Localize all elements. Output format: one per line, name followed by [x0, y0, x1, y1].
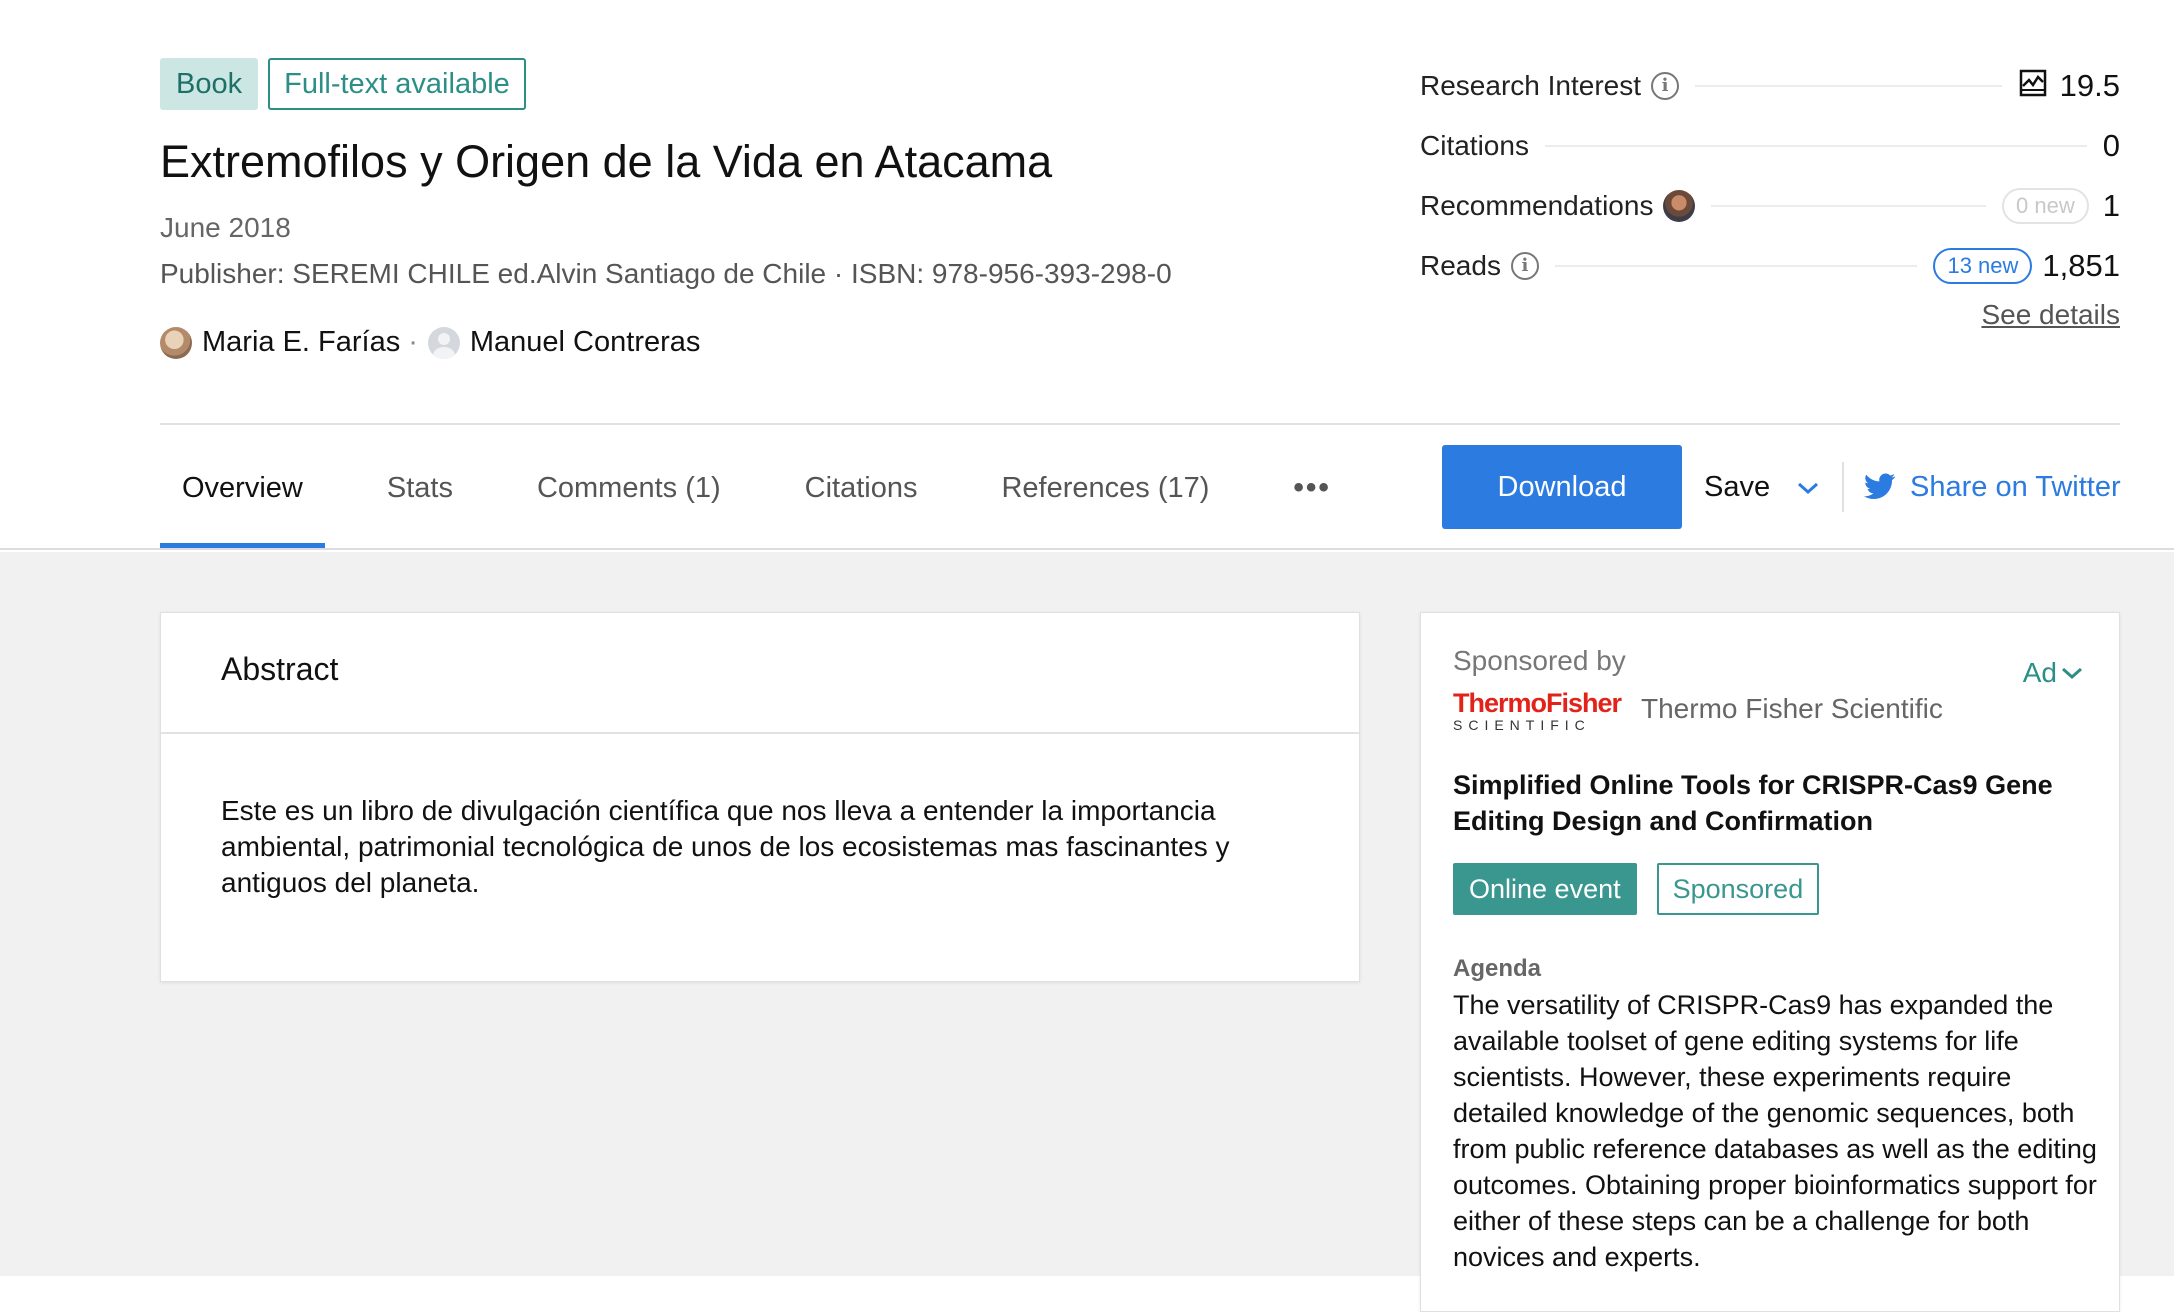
abstract-text: Este es un libro de divulgación científi… [221, 795, 1230, 898]
author-link[interactable]: Maria E. Farías [202, 326, 400, 359]
stat-label: Citations [1420, 130, 1529, 161]
agenda-label: Agenda [1453, 955, 1542, 982]
ad-menu-toggle[interactable]: Ad [2023, 657, 2083, 689]
author-list: Maria E. Farías · Manuel Contreras [160, 326, 700, 359]
badges: Book Full-text available [160, 58, 526, 110]
tab-citations[interactable]: Citations [783, 440, 940, 548]
tab-references[interactable]: References (17) [979, 440, 1231, 548]
see-details-link[interactable]: See details [1981, 299, 2120, 331]
sponsored-by-label: Sponsored by [1453, 645, 1626, 676]
publisher-info: Publisher: SEREMI CHILE ed.Alvin Santiag… [160, 258, 1172, 289]
chevron-down-icon [2062, 667, 2082, 680]
stat-value: 1,851 [2042, 248, 2120, 283]
tab-bar: Overview Stats Comments (1) Citations Re… [160, 440, 1393, 550]
author-avatar[interactable] [427, 326, 460, 359]
publication-header: Book Full-text available Extremofilos y … [0, 0, 2174, 550]
stat-recommendations: Recommendations 0 new 1 [1420, 176, 2120, 236]
stat-leader-line [1711, 205, 1987, 207]
thermo-fisher-logo[interactable]: ThermoFisher SCIENTIFIC [1453, 689, 1633, 733]
stat-citations: Citations 0 [1420, 116, 2120, 176]
share-twitter-label: Share on Twitter [1910, 470, 2121, 503]
recommender-avatar[interactable] [1663, 190, 1696, 222]
divider [1842, 462, 1844, 512]
stat-value: 1 [2102, 188, 2120, 223]
stat-reads: Reads i 13 new 1,851 [1420, 236, 2120, 296]
save-button[interactable]: Save [1704, 445, 1820, 529]
ad-tags: Online event Sponsored [1453, 863, 1820, 915]
share-twitter-button[interactable]: Share on Twitter [1864, 445, 2121, 529]
ad-title[interactable]: Simplified Online Tools for CRISPR-Cas9 … [1453, 767, 2093, 839]
stat-label: Reads [1420, 250, 1501, 281]
sponsor-name[interactable]: Thermo Fisher Scientific [1641, 693, 1943, 725]
tab-comments[interactable]: Comments (1) [515, 440, 743, 548]
divider [161, 732, 1359, 734]
publication-date: June 2018 [160, 212, 291, 243]
ad-label: Ad [2022, 657, 2057, 688]
tab-stats[interactable]: Stats [365, 440, 475, 548]
fulltext-badge: Full-text available [268, 58, 526, 110]
save-label: Save [1704, 470, 1771, 503]
stats-panel: Research Interest i 19.5 Citations 0 Rec… [1420, 56, 2120, 330]
stat-leader-line [1695, 85, 2002, 87]
divider [160, 423, 2120, 425]
stat-leader-line [1554, 265, 1918, 267]
abstract-heading: Abstract [221, 651, 339, 687]
tab-overview[interactable]: Overview [160, 440, 325, 548]
author-link[interactable]: Manuel Contreras [470, 326, 701, 359]
stat-label: Recommendations [1420, 190, 1654, 221]
stat-leader-line [1544, 145, 2087, 147]
author-avatar[interactable] [160, 326, 192, 359]
research-interest-icon [2018, 68, 2048, 105]
info-icon[interactable]: i [1510, 252, 1539, 280]
stat-label: Research Interest [1420, 70, 1641, 101]
info-icon[interactable]: i [1651, 72, 1679, 100]
stat-value: 0 [2102, 128, 2120, 163]
abstract-card: Abstract Este es un libro de divulgación… [160, 612, 1360, 982]
book-badge: Book [160, 58, 259, 110]
twitter-icon [1864, 473, 1896, 499]
download-button[interactable]: Download [1442, 445, 1682, 529]
agenda-text: The versatility of CRISPR-Cas9 has expan… [1453, 990, 2097, 1272]
author-separator: · [408, 326, 418, 358]
stat-research-interest: Research Interest i 19.5 [1420, 56, 2120, 116]
new-count-badge: 13 new [1933, 248, 2033, 284]
stat-value: 19.5 [2059, 68, 2120, 103]
page-title: Extremofilos y Origen de la Vida en Atac… [160, 136, 1053, 187]
chevron-down-icon[interactable] [1796, 471, 1820, 504]
more-options-icon[interactable]: ••• [1271, 440, 1353, 548]
new-count-badge: 0 new [2002, 188, 2089, 224]
online-event-badge: Online event [1453, 863, 1637, 915]
sponsored-ad-card: Sponsored by Ad ThermoFisher SCIENTIFIC … [1420, 612, 2120, 1312]
sponsored-badge: Sponsored [1656, 863, 1820, 915]
